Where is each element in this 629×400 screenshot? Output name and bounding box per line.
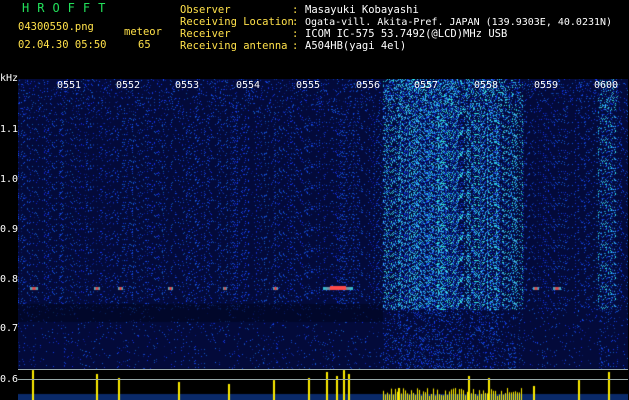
y-tick-label: 0.8 [0, 274, 19, 285]
x-tick-label: 0553 [175, 80, 200, 91]
meteor-label: meteor [124, 26, 162, 38]
meteor-count: 65 [138, 39, 151, 51]
x-tick-label: 0551 [57, 80, 82, 91]
filename-label: 04300550.png [18, 21, 94, 33]
x-tick-label: 0559 [534, 80, 559, 91]
y-tick-label: 1.1 [0, 124, 19, 135]
hrofft-window: HROFFT 04300550.png meteor 02.04.30 05:5… [0, 0, 629, 400]
count-panel-divider [18, 379, 628, 380]
y-tick-label: 1.0 [0, 174, 19, 185]
info-colon: : [292, 40, 299, 52]
info-label-antenna: Receiving antenna [180, 40, 288, 52]
x-tick-label: 0557 [414, 80, 439, 91]
spectrogram-plot [18, 79, 628, 400]
y-tick-label: 0.9 [0, 224, 19, 235]
app-logo: HROFFT [22, 1, 114, 15]
x-tick-label: 0556 [356, 80, 381, 91]
count-panel-divider [18, 369, 628, 370]
spectrogram-canvas [18, 79, 628, 400]
x-tick-label: 0554 [236, 80, 261, 91]
y-tick-label: 0.6 [0, 374, 19, 385]
x-tick-label: 0555 [296, 80, 321, 91]
y-tick-label: 0.7 [0, 323, 19, 334]
x-tick-label: 0600 [594, 80, 619, 91]
x-tick-label: 0552 [116, 80, 141, 91]
x-tick-label: 0558 [474, 80, 499, 91]
datetime-label: 02.04.30 05:50 [18, 39, 107, 51]
info-value-antenna: A504HB(yagi 4el) [305, 40, 407, 52]
y-axis-unit: kHz [0, 73, 19, 84]
